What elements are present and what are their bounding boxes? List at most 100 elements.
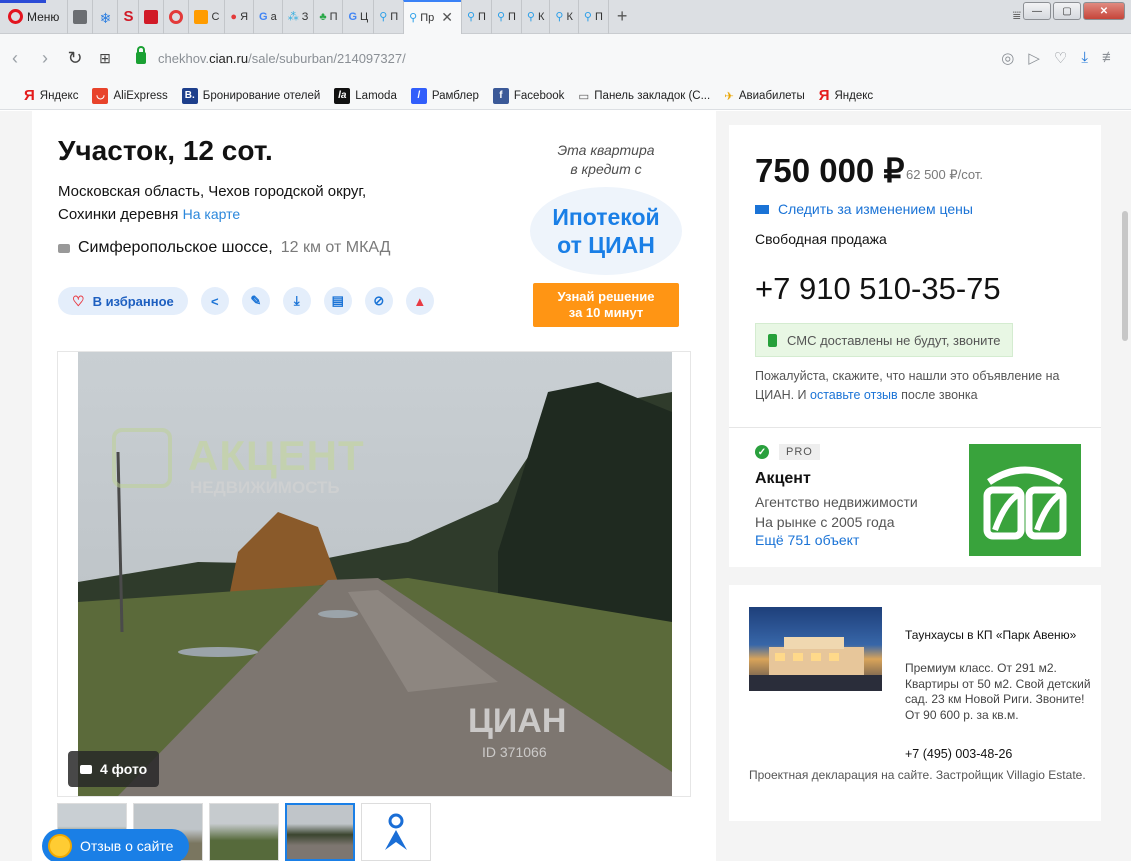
site-feedback-button[interactable]: Отзыв о сайте: [42, 829, 190, 861]
listing-actions: ♡ В избранное < ✎ ⤓ ▤ ⊘ ▲: [58, 287, 434, 315]
opera-menu-button[interactable]: Меню: [0, 0, 67, 34]
google-icon: G: [348, 10, 358, 23]
tab-11[interactable]: GЦ: [342, 0, 373, 34]
promo-cta-button[interactable]: Узнай решение за 10 минут: [533, 283, 679, 327]
send-icon[interactable]: ▷: [1028, 49, 1040, 67]
aliexpress-icon: ◡: [92, 87, 109, 104]
speed-dial-icon[interactable]: ⊞: [90, 50, 120, 67]
download-icon[interactable]: ⤓: [1081, 49, 1088, 67]
photo-count-badge[interactable]: 4 фото: [68, 751, 160, 787]
share-button[interactable]: <: [200, 287, 229, 315]
edit-button[interactable]: ✎: [241, 287, 270, 315]
share-icon: <: [210, 293, 219, 309]
tab-8[interactable]: Ga: [253, 0, 282, 34]
location-pin-icon: ⚲: [409, 12, 418, 24]
tab-5[interactable]: [163, 0, 188, 34]
tab-17[interactable]: ⚲ К: [549, 0, 577, 34]
tab-7[interactable]: ● Я: [224, 0, 253, 34]
tab-18[interactable]: ⚲ П: [577, 0, 608, 34]
mortgage-promo[interactable]: Эта квартира в кредит с Ипотекой от ЦИАН…: [530, 141, 682, 327]
easy-setup-icon[interactable]: ≢: [1102, 49, 1117, 67]
leaf-icon: ♣: [319, 10, 327, 23]
folder-icon: ▭: [578, 90, 590, 103]
phone-number[interactable]: +7 910 510-35-75: [755, 271, 1001, 307]
document-icon: [73, 9, 88, 24]
snowflake-icon: ❄: [99, 9, 112, 26]
tab-12[interactable]: ⚲ П: [373, 0, 403, 34]
mail-icon: [194, 9, 209, 24]
page-content: Участок, 12 сот. Московская область, Чех…: [0, 111, 1131, 861]
tab-14-label: П: [478, 10, 486, 23]
watermark-name: АКЦЕНТ: [188, 432, 365, 479]
smiley-icon: [48, 834, 72, 858]
bookmark-lamoda[interactable]: la Lamoda: [334, 87, 397, 104]
report-button[interactable]: ▲: [405, 287, 434, 315]
page-scrollbar[interactable]: [1117, 111, 1131, 861]
map-thumbnail[interactable]: [361, 803, 431, 861]
agent-badges: ✓ PRO: [755, 444, 820, 460]
dots-icon: ⁂: [287, 11, 299, 23]
camera-icon[interactable]: ◎: [1001, 49, 1014, 67]
bookmark-facebook[interactable]: f Facebook: [492, 87, 564, 104]
tab-menu-icon[interactable]: ⩸: [1012, 7, 1021, 24]
close-tab-icon[interactable]: ✕: [441, 9, 453, 26]
price-card: 750 000 ₽ 62 500 ₽/сот. Следить за измен…: [729, 125, 1101, 427]
opera-logo-icon: [8, 9, 23, 24]
tab-16[interactable]: ⚲ К: [520, 0, 549, 34]
bookmark-folder[interactable]: ▭ Панель закладок (С...: [578, 89, 710, 103]
tab-10[interactable]: ♣ П: [313, 0, 342, 34]
back-icon[interactable]: ‹: [0, 48, 30, 69]
thumbnail-3[interactable]: [209, 803, 279, 861]
tab-2[interactable]: ❄: [92, 0, 117, 34]
price-value: 750 000 ₽: [755, 152, 905, 189]
ad-card[interactable]: Таунхаусы в КП «Парк Авеню» Премиум клас…: [729, 585, 1101, 821]
minimize-icon[interactable]: —: [1023, 2, 1051, 20]
listing-address: Московская область, Чехов городской окру…: [58, 181, 438, 226]
tab-14[interactable]: ⚲ П: [460, 0, 491, 34]
ad-image[interactable]: [749, 607, 882, 691]
tab-1[interactable]: [67, 0, 92, 34]
sms-notice: СМС доставлены не будут, звоните: [755, 323, 1014, 357]
thumbnail-4-selected[interactable]: [285, 803, 355, 861]
promo-big-2: от ЦИАН: [557, 232, 655, 258]
tab-9[interactable]: ⁂ З: [281, 0, 314, 34]
close-window-icon[interactable]: ✕: [1083, 2, 1125, 20]
tab-3[interactable]: S: [117, 0, 138, 34]
bookmark-rambler[interactable]: / Рамблер: [410, 87, 479, 104]
agent-name[interactable]: Акцент: [755, 470, 811, 488]
agent-logo[interactable]: [969, 444, 1081, 556]
heart-icon[interactable]: ♡: [1054, 49, 1067, 67]
map-link[interactable]: На карте: [183, 206, 241, 222]
print-button[interactable]: ▤: [323, 287, 352, 315]
url-field[interactable]: chekhov.cian.ru/sale/suburban/214097327/: [158, 51, 1001, 66]
watch-price-link[interactable]: Следить за изменением цены: [755, 201, 973, 217]
tab-6[interactable]: С: [188, 0, 224, 34]
page-link-indicator: [0, 0, 46, 3]
tab-3-label: S: [123, 8, 134, 25]
maximize-icon[interactable]: ▢: [1053, 2, 1081, 20]
tab-4[interactable]: [138, 0, 163, 34]
bookmark-flights[interactable]: ✈ Авиабилеты: [724, 89, 805, 103]
bookmark-yandex[interactable]: Я Яндекс: [24, 87, 78, 104]
promo-cta-2: за 10 минут: [568, 305, 644, 320]
tab-15[interactable]: ⚲ П: [490, 0, 521, 34]
agent-more-link[interactable]: Ещё 751 объект: [755, 532, 859, 548]
forward-icon[interactable]: ›: [30, 48, 60, 69]
lock-icon[interactable]: [136, 46, 146, 64]
reload-icon[interactable]: ↻: [60, 48, 90, 69]
favorite-button[interactable]: ♡ В избранное: [58, 287, 188, 315]
bookmark-booking[interactable]: B. Бронирование отелей: [181, 87, 320, 104]
scrollbar-thumb[interactable]: [1122, 211, 1128, 341]
ad-title[interactable]: Таунхаусы в КП «Парк Авеню»: [905, 628, 1085, 643]
ad-phone: +7 (495) 003-48-26: [905, 747, 1013, 761]
bookmark-label: Яндекс: [834, 89, 874, 102]
pencil-icon: ✎: [250, 293, 262, 308]
download-button[interactable]: ⤓: [282, 287, 311, 315]
new-tab-button[interactable]: +: [607, 0, 636, 34]
bookmark-aliexpress[interactable]: ◡ AliExpress: [92, 87, 168, 104]
bookmark-yandex-2[interactable]: Я Яндекс: [819, 87, 873, 104]
main-photo[interactable]: АКЦЕНТ НЕДВИЖИМОСТЬ ЦИАН ID 371066: [78, 352, 672, 796]
hide-button[interactable]: ⊘: [364, 287, 393, 315]
leave-review-link[interactable]: оставьте отзыв: [810, 388, 898, 402]
tab-active[interactable]: ⚲ Пр ✕: [403, 0, 461, 34]
